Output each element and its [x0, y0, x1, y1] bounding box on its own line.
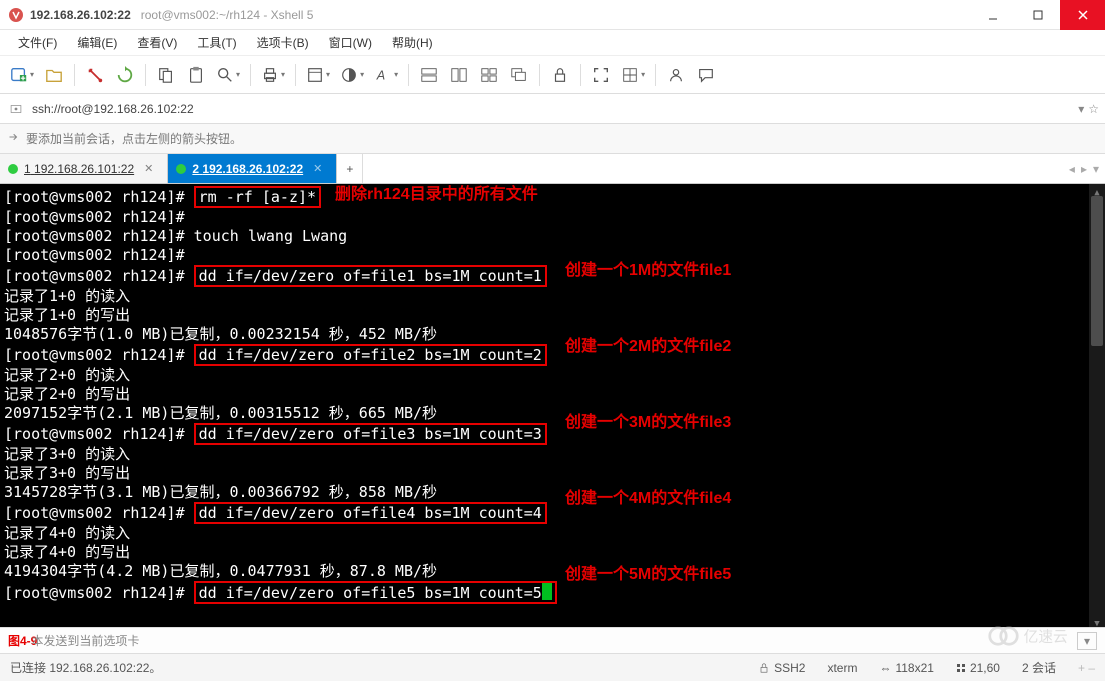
svg-text:A: A: [376, 68, 385, 82]
status-dot-icon: [8, 164, 18, 174]
cascade-button[interactable]: [505, 61, 533, 89]
send-placeholder: 本发送到当前选项卡: [31, 632, 139, 649]
fullscreen-button[interactable]: [587, 61, 615, 89]
scrollbar-thumb[interactable]: [1091, 196, 1103, 346]
add-tab-button[interactable]: +: [337, 154, 363, 183]
hint-arrow-icon[interactable]: [6, 130, 20, 147]
minimize-button[interactable]: [970, 0, 1015, 30]
properties-button[interactable]: ▾: [302, 61, 334, 89]
annotation: 创建一个4M的文件file4: [565, 489, 731, 508]
address-input[interactable]: ssh://root@192.168.26.102:22: [32, 102, 1072, 116]
terminal-scrollbar[interactable]: ▲ ▼: [1089, 184, 1105, 627]
menu-window[interactable]: 窗口(W): [321, 32, 380, 53]
copy-button[interactable]: [152, 61, 180, 89]
color-scheme-button[interactable]: ▾: [336, 61, 368, 89]
address-bar: ssh://root@192.168.26.102:22 ▾ ☆: [0, 94, 1105, 124]
maximize-button[interactable]: [1015, 0, 1060, 30]
status-size: ⇔ 118x21: [879, 661, 933, 675]
transparency-button[interactable]: ▾: [617, 61, 649, 89]
hint-bar: 要添加当前会话，点击左侧的箭头按钮。: [0, 124, 1105, 154]
highlighted-command: dd if=/dev/zero of=file4 bs=1M count=4: [194, 502, 547, 524]
users-button[interactable]: [662, 61, 690, 89]
menu-bar: 文件(F) 编辑(E) 查看(V) 工具(T) 选项卡(B) 窗口(W) 帮助(…: [0, 30, 1105, 56]
menu-help[interactable]: 帮助(H): [384, 32, 441, 53]
paste-button[interactable]: [182, 61, 210, 89]
menu-view[interactable]: 查看(V): [129, 32, 185, 53]
new-session-button[interactable]: ▾: [6, 61, 38, 89]
session-tab-2[interactable]: 2 192.168.26.102:22 ✕: [168, 154, 337, 183]
status-term-type: xterm: [827, 661, 857, 675]
status-dot-icon: [176, 164, 186, 174]
tile-grid-button[interactable]: [475, 61, 503, 89]
hint-text: 要添加当前会话，点击左侧的箭头按钮。: [26, 130, 242, 147]
tab-list-icon[interactable]: ▾: [1093, 162, 1099, 176]
highlighted-command: dd if=/dev/zero of=file5 bs=1M count=5: [194, 581, 557, 604]
annotation: 删除rh124目录中的所有文件: [335, 185, 538, 204]
svg-text:亿速云: 亿速云: [1024, 629, 1068, 646]
status-connection: 已连接 192.168.26.102:22。: [10, 659, 161, 676]
address-favorite-icon[interactable]: ☆: [1088, 102, 1099, 116]
send-bar[interactable]: 图4-9 本发送到当前选项卡 ▾: [0, 627, 1105, 653]
tab-scroll-right-icon[interactable]: ▸: [1081, 162, 1087, 176]
toolbar: ▾ ▾ ▾ ▾ ▾ A▾ ▾: [0, 56, 1105, 94]
close-tab-icon[interactable]: ✕: [144, 162, 153, 175]
open-button[interactable]: [40, 61, 68, 89]
menu-tabs[interactable]: 选项卡(B): [249, 32, 317, 53]
address-dropdown-icon[interactable]: ▾: [1078, 102, 1084, 116]
search-button[interactable]: ▾: [212, 61, 244, 89]
menu-edit[interactable]: 编辑(E): [69, 32, 125, 53]
window-title: 192.168.26.102:22: [30, 8, 131, 22]
title-bar: 192.168.26.102:22 root@vms002:~/rh124 - …: [0, 0, 1105, 30]
close-tab-icon[interactable]: ✕: [313, 162, 322, 175]
menu-file[interactable]: 文件(F): [10, 32, 65, 53]
close-button[interactable]: [1060, 0, 1105, 30]
annotation: 创建一个5M的文件file5: [565, 565, 731, 584]
status-session-count: 2 会话: [1022, 659, 1056, 676]
tile-vertical-button[interactable]: [445, 61, 473, 89]
highlighted-command: dd if=/dev/zero of=file1 bs=1M count=1: [194, 265, 547, 287]
watermark-logo: 亿速云: [987, 622, 1097, 653]
chat-button[interactable]: [692, 61, 720, 89]
status-protocol: SSH2: [758, 661, 805, 675]
host-lock-icon: [6, 102, 26, 116]
status-grip-icon[interactable]: + –: [1078, 661, 1095, 675]
lock-button[interactable]: [546, 61, 574, 89]
annotation: 创建一个1M的文件file1: [565, 261, 731, 280]
highlighted-command: dd if=/dev/zero of=file2 bs=1M count=2: [194, 344, 547, 366]
font-button[interactable]: A▾: [370, 61, 402, 89]
highlighted-command: dd if=/dev/zero of=file3 bs=1M count=3: [194, 423, 547, 445]
tile-horizontal-button[interactable]: [415, 61, 443, 89]
terminal[interactable]: [root@vms002 rh124]# rm -rf [a-z]* 删除rh1…: [0, 184, 1105, 627]
window-subtitle: root@vms002:~/rh124 - Xshell 5: [141, 8, 314, 22]
reconnect-button[interactable]: [111, 61, 139, 89]
terminal-cursor: [542, 583, 552, 600]
highlighted-command: rm -rf [a-z]*: [194, 186, 321, 208]
annotation: 创建一个3M的文件file3: [565, 413, 731, 432]
status-bar: 已连接 192.168.26.102:22。 SSH2 xterm ⇔ 118x…: [0, 653, 1105, 681]
annotation: 创建一个2M的文件file2: [565, 337, 731, 356]
status-cursor-pos: 21,60: [956, 661, 1000, 675]
session-tabstrip: 1 192.168.26.101:22 ✕ 2 192.168.26.102:2…: [0, 154, 1105, 184]
connect-button[interactable]: [81, 61, 109, 89]
tab-scroll-left-icon[interactable]: ◂: [1069, 162, 1075, 176]
print-button[interactable]: ▾: [257, 61, 289, 89]
session-tab-1[interactable]: 1 192.168.26.101:22 ✕: [0, 154, 168, 183]
app-icon: [8, 7, 24, 23]
menu-tools[interactable]: 工具(T): [189, 32, 244, 53]
